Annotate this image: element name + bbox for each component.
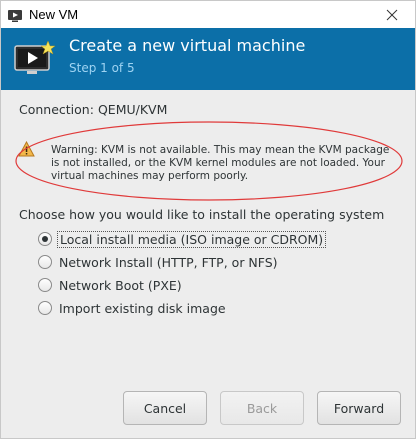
new-vm-icon	[13, 40, 56, 80]
install-option-import-disk[interactable]: Import existing disk image	[38, 299, 226, 317]
new-vm-dialog: New VM Create a new virtual machine Step…	[0, 0, 416, 439]
option-label: Local install media (ISO image or CDROM)	[57, 230, 327, 248]
page-title: Create a new virtual machine	[69, 36, 306, 55]
header-banner: Create a new virtual machine Step 1 of 5	[1, 28, 415, 90]
connection-row: Connection: QEMU/KVM	[19, 102, 167, 117]
cancel-button[interactable]: Cancel	[123, 391, 207, 425]
option-label: Network Install (HTTP, FTP, or NFS)	[59, 254, 278, 270]
close-icon[interactable]	[369, 1, 415, 28]
install-method-prompt: Choose how you would like to install the…	[19, 207, 385, 222]
install-option-network-install[interactable]: Network Install (HTTP, FTP, or NFS)	[38, 253, 278, 271]
radio-local-media[interactable]	[38, 232, 52, 246]
virt-manager-app-icon	[7, 8, 23, 22]
option-label: Network Boot (PXE)	[59, 277, 182, 293]
kvm-warning-text: Warning: KVM is not available. This may …	[51, 144, 390, 182]
connection-value: QEMU/KVM	[97, 102, 168, 117]
radio-import-disk[interactable]	[38, 301, 52, 315]
step-indicator: Step 1 of 5	[69, 61, 135, 75]
radio-network-boot[interactable]	[38, 278, 52, 292]
warning-icon	[18, 140, 35, 157]
radio-network-install[interactable]	[38, 255, 52, 269]
title-bar[interactable]: New VM	[1, 1, 415, 28]
install-option-local-media[interactable]: Local install media (ISO image or CDROM)	[38, 230, 327, 248]
option-label: Import existing disk image	[59, 300, 226, 316]
forward-button[interactable]: Forward	[317, 391, 401, 425]
connection-label: Connection:	[19, 102, 94, 117]
install-option-network-boot[interactable]: Network Boot (PXE)	[38, 276, 182, 294]
back-button[interactable]: Back	[220, 391, 304, 425]
window-title: New VM	[29, 7, 79, 22]
